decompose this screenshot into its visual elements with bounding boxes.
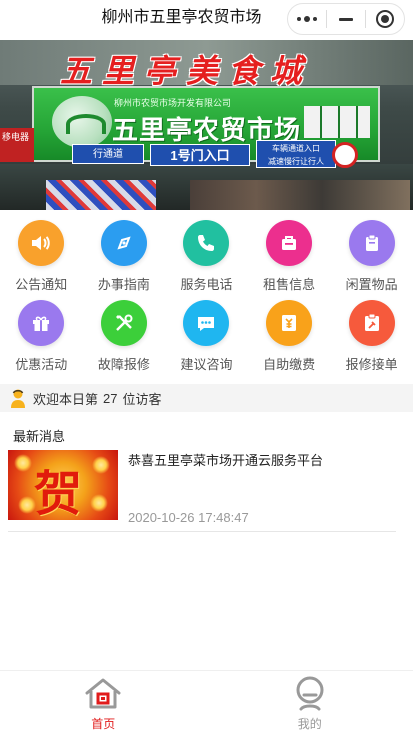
tab-home-label: 首页 bbox=[91, 717, 116, 731]
compass-icon bbox=[100, 220, 147, 266]
grid-item-repair-order[interactable]: 报修接单 bbox=[330, 300, 413, 380]
grid-item-label: 故障报修 bbox=[97, 357, 150, 372]
news-headline: 恭喜五里亭菜市场开通云服务平台 bbox=[128, 453, 324, 468]
grid-item-label: 闲置物品 bbox=[345, 277, 398, 292]
no-entry-sign bbox=[332, 142, 358, 168]
news-thumb-glyph: 贺 bbox=[34, 466, 83, 520]
grid-item-guide[interactable]: 办事指南 bbox=[83, 220, 166, 300]
entry-sign: 1号门入口 bbox=[150, 144, 250, 166]
vehicle-entry-line2: 减速慢行让行人 bbox=[268, 157, 324, 166]
chat-icon bbox=[183, 300, 230, 346]
minimize-icon[interactable] bbox=[327, 4, 365, 34]
visitor-count: 27 bbox=[103, 390, 118, 406]
tab-home[interactable]: 首页 bbox=[0, 671, 207, 734]
news-item[interactable]: 贺 恭喜五里亭菜市场开通云服务平台 2020-10-26 17:48:47 bbox=[8, 450, 396, 532]
striped-tent bbox=[46, 180, 156, 210]
grid-item-label: 办事指南 bbox=[97, 277, 150, 292]
grid-row: 公告通知 办事指南 服务电话 租售信息 闲置物品 bbox=[0, 220, 413, 300]
grid-item-fault-report[interactable]: 故障报修 bbox=[83, 300, 166, 380]
visitor-prefix: 欢迎本日第 bbox=[33, 391, 99, 407]
news-section-title: 最新消息 bbox=[13, 429, 66, 444]
user-icon bbox=[290, 675, 330, 713]
news-thumbnail: 贺 bbox=[8, 450, 118, 520]
visitor-bar: 欢迎本日第 27 位访客 bbox=[0, 384, 413, 412]
grid-item-label: 服务电话 bbox=[180, 277, 233, 292]
grid-item-service-phone[interactable]: 服务电话 bbox=[165, 220, 248, 300]
gift-icon bbox=[18, 300, 65, 346]
market-sign-sub: 柳州市农贸市场开发有限公司 bbox=[114, 98, 232, 108]
vehicle-entry-sign: 车辆通道入口 减速慢行让行人 bbox=[256, 140, 336, 168]
tab-mine[interactable]: 我的 bbox=[207, 671, 413, 734]
grid-row: 优惠活动 故障报修 建议咨询 自助缴费 报修接单 bbox=[0, 300, 413, 380]
close-target-icon[interactable] bbox=[366, 4, 404, 34]
grid-item-suggestion[interactable]: 建议咨询 bbox=[165, 300, 248, 380]
grid-item-label: 优惠活动 bbox=[15, 357, 68, 372]
shop-icon bbox=[266, 220, 313, 266]
repair-order-icon bbox=[348, 300, 395, 346]
grid-item-rent-sale[interactable]: 租售信息 bbox=[248, 220, 331, 300]
grid-item-label: 租售信息 bbox=[263, 277, 316, 292]
grid-item-label: 建议咨询 bbox=[180, 357, 233, 372]
item-icon bbox=[348, 220, 395, 266]
home-icon bbox=[83, 675, 123, 713]
banner-image[interactable]: 五里亭美食城 柳州市农贸市场开发有限公司 五里亭农贸市场 移电器 行通道 1号门… bbox=[0, 40, 413, 210]
grid-item-self-payment[interactable]: 自助缴费 bbox=[248, 300, 331, 380]
payment-icon bbox=[266, 300, 313, 346]
firework-decoration bbox=[14, 454, 32, 472]
visitor-avatar-icon bbox=[10, 388, 26, 408]
speaker-icon bbox=[18, 220, 65, 266]
phone-icon bbox=[183, 220, 230, 266]
function-grid: 公告通知 办事指南 服务电话 租售信息 闲置物品 优惠活动 故障报修 建议咨询 … bbox=[0, 220, 413, 380]
grid-item-label: 报修接单 bbox=[345, 357, 398, 372]
left-passage-sign: 行通道 bbox=[72, 144, 144, 164]
tools-icon bbox=[100, 300, 147, 346]
firework-decoration bbox=[92, 456, 110, 474]
grid-item-label: 公告通知 bbox=[15, 277, 68, 292]
grid-item-announcement[interactable]: 公告通知 bbox=[0, 220, 83, 300]
visitor-suffix: 位访客 bbox=[122, 391, 162, 407]
more-icon[interactable] bbox=[288, 4, 326, 34]
grid-item-label: 自助缴费 bbox=[263, 357, 316, 372]
firework-decoration bbox=[90, 494, 108, 512]
vehicle-entry-line1: 车辆通道入口 bbox=[272, 144, 320, 153]
mini-program-capsule bbox=[287, 3, 405, 35]
grid-item-idle-items[interactable]: 闲置物品 bbox=[330, 220, 413, 300]
grid-item-promotion[interactable]: 优惠活动 bbox=[0, 300, 83, 380]
page: 柳州市五里亭农贸市场 五里亭美食城 柳州市农贸市场开发有限公司 五里亭农贸市场 … bbox=[0, 0, 413, 734]
market-sign-ads bbox=[304, 106, 370, 138]
tab-mine-label: 我的 bbox=[297, 717, 322, 731]
street-crowd bbox=[190, 180, 410, 210]
tab-bar: 首页 我的 bbox=[0, 670, 413, 734]
market-logo bbox=[52, 96, 112, 148]
red-store-sign: 移电器 bbox=[0, 128, 34, 162]
header: 柳州市五里亭农贸市场 bbox=[0, 0, 413, 40]
news-time: 2020-10-26 17:48:47 bbox=[128, 510, 249, 525]
